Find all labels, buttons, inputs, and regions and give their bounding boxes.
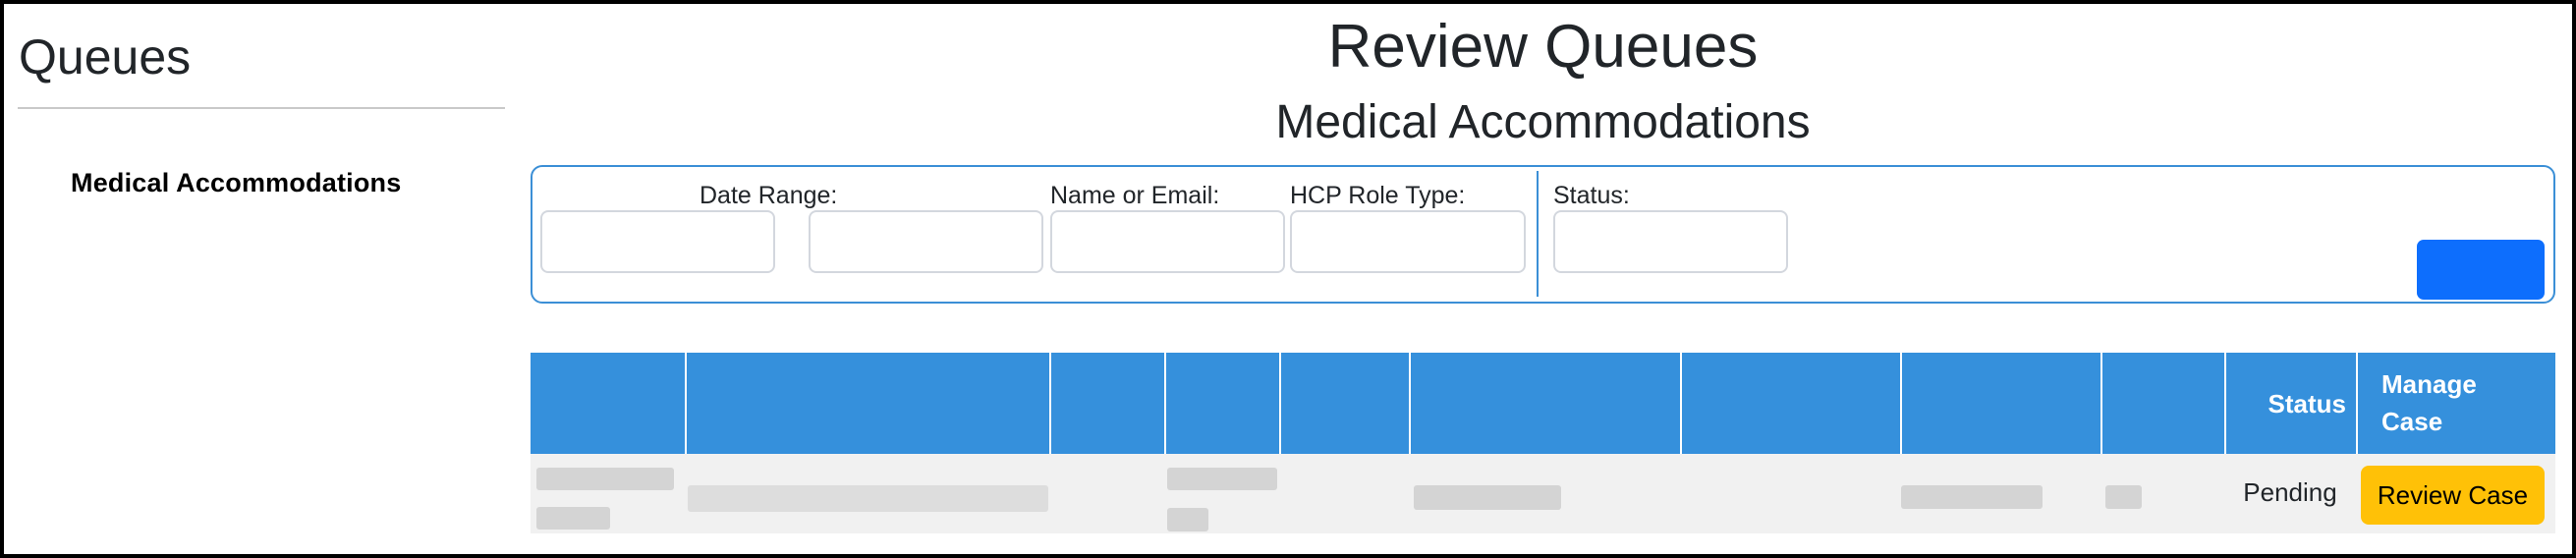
date-range-label: Date Range: xyxy=(700,182,838,209)
name-email-label: Name or Email: xyxy=(1050,182,1220,209)
name-email-input[interactable] xyxy=(1050,210,1285,273)
page: Queues Medical Accommodations Review Que… xyxy=(4,4,2572,554)
redacted-cell-placeholder xyxy=(1167,508,1208,531)
sidebar-title: Queues xyxy=(19,29,192,84)
page-subtitle: Medical Accommodations xyxy=(1275,96,1811,148)
column-divider xyxy=(1680,353,1682,454)
column-divider xyxy=(2356,353,2358,454)
review-case-button[interactable]: Review Case xyxy=(2361,466,2545,525)
column-divider xyxy=(1164,353,1166,454)
filter-form: Date Range: Name or Email: HCP Role Type… xyxy=(531,165,2555,304)
sidebar-item-medical-accommodations[interactable]: Medical Accommodations xyxy=(71,166,401,199)
column-header-status: Status xyxy=(2268,389,2346,418)
redacted-cell-placeholder xyxy=(1901,485,2043,509)
redacted-cell-placeholder xyxy=(2105,485,2142,509)
redacted-cell-placeholder xyxy=(536,468,674,490)
sidebar-divider xyxy=(18,107,505,109)
column-divider xyxy=(1049,353,1051,454)
hcp-role-type-input[interactable] xyxy=(1290,210,1526,273)
redacted-cell-placeholder xyxy=(536,507,610,530)
page-title: Review Queues xyxy=(1327,13,1759,81)
redacted-cell-placeholder xyxy=(1414,485,1561,510)
column-divider xyxy=(1279,353,1281,454)
redacted-cell-placeholder xyxy=(688,485,1048,512)
status-cell: Pending xyxy=(2243,477,2337,507)
table-row: Pending Review Case xyxy=(531,454,2555,533)
hcp-role-type-label: HCP Role Type: xyxy=(1290,182,1466,209)
column-divider xyxy=(2100,353,2102,454)
table-header: Status Manage Case xyxy=(531,353,2555,454)
date-to-input[interactable] xyxy=(809,210,1043,273)
status-filter-input[interactable] xyxy=(1553,210,1788,273)
date-from-input[interactable] xyxy=(540,210,775,273)
search-button[interactable] xyxy=(2417,240,2545,300)
column-header-manage-case: Manage Case xyxy=(2381,369,2477,436)
filter-divider xyxy=(1537,171,1539,297)
column-divider xyxy=(685,353,687,454)
redacted-cell-placeholder xyxy=(1167,468,1277,490)
queue-table: Status Manage Case Pending Review Case xyxy=(531,353,2555,538)
column-divider xyxy=(1409,353,1411,454)
column-divider xyxy=(1900,353,1902,454)
status-filter-label: Status: xyxy=(1553,182,1630,209)
